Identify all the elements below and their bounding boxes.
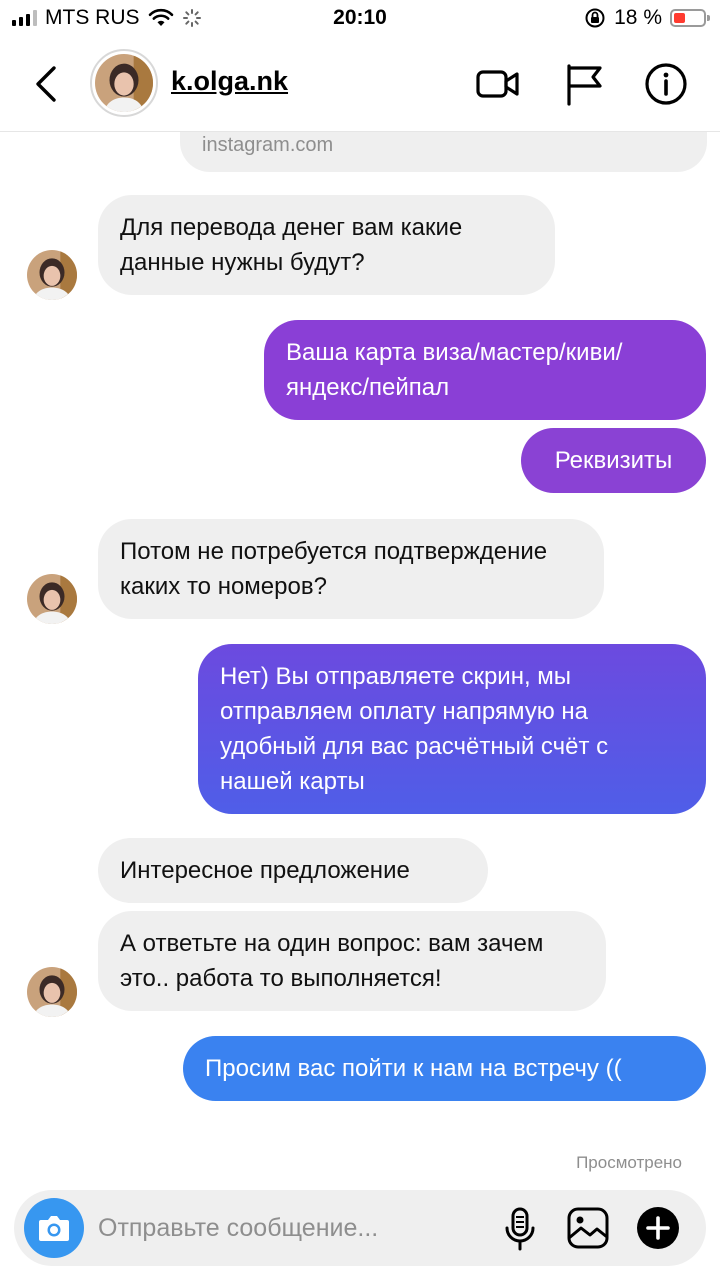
battery-icon [670, 9, 710, 27]
info-icon[interactable] [642, 60, 690, 108]
chat-username[interactable]: k.olga.nk [171, 66, 288, 97]
message-bubble-incoming[interactable]: Для перевода денег вам какие данные нужн… [98, 195, 555, 295]
message-bubble-incoming[interactable]: Потом не потребуется подтверждение каких… [98, 519, 604, 619]
status-right-group: 18 % [584, 6, 710, 30]
message-bubble-outgoing[interactable]: Реквизиты [521, 428, 706, 493]
back-icon[interactable] [30, 64, 64, 104]
orientation-lock-icon [585, 8, 605, 28]
message-bubble-outgoing[interactable]: Ваша карта виза/мастер/киви/яндекс/пейпа… [264, 320, 706, 420]
sender-avatar[interactable] [27, 967, 77, 1017]
battery-level [674, 13, 685, 23]
seen-status: Просмотрено [576, 1153, 682, 1172]
sender-avatar[interactable] [27, 574, 77, 624]
battery-percent: 18 % [614, 6, 662, 29]
link-preview[interactable]: instagram.com [180, 132, 707, 172]
message-input[interactable] [98, 1208, 488, 1248]
status-bar: MTS RUS 20:10 18 % [0, 0, 720, 38]
message-bubble-outgoing[interactable]: Нет) Вы отправляете скрин, мы отправляем… [198, 644, 706, 814]
chat-header: k.olga.nk [0, 38, 720, 132]
plus-icon[interactable] [636, 1206, 680, 1250]
flag-icon[interactable] [560, 60, 608, 108]
camera-button[interactable] [24, 1198, 84, 1258]
message-thread: instagram.com Для перевода денег вам как… [0, 132, 720, 1184]
message-bubble-incoming[interactable]: А ответьте на один вопрос: вам зачем это… [98, 911, 606, 1011]
gallery-icon[interactable] [566, 1206, 610, 1250]
video-camera-icon[interactable] [474, 60, 522, 108]
message-bubble-outgoing[interactable]: Просим вас пойти к нам на встречу (( [183, 1036, 706, 1101]
message-composer [14, 1190, 706, 1266]
camera-icon [39, 1216, 69, 1241]
avatar[interactable] [90, 49, 158, 117]
sender-avatar[interactable] [27, 250, 77, 300]
message-bubble-incoming[interactable]: Интересное предложение [98, 838, 488, 903]
link-preview-domain: instagram.com [202, 134, 334, 156]
microphone-icon[interactable] [502, 1206, 538, 1252]
profile-photo [95, 54, 153, 112]
